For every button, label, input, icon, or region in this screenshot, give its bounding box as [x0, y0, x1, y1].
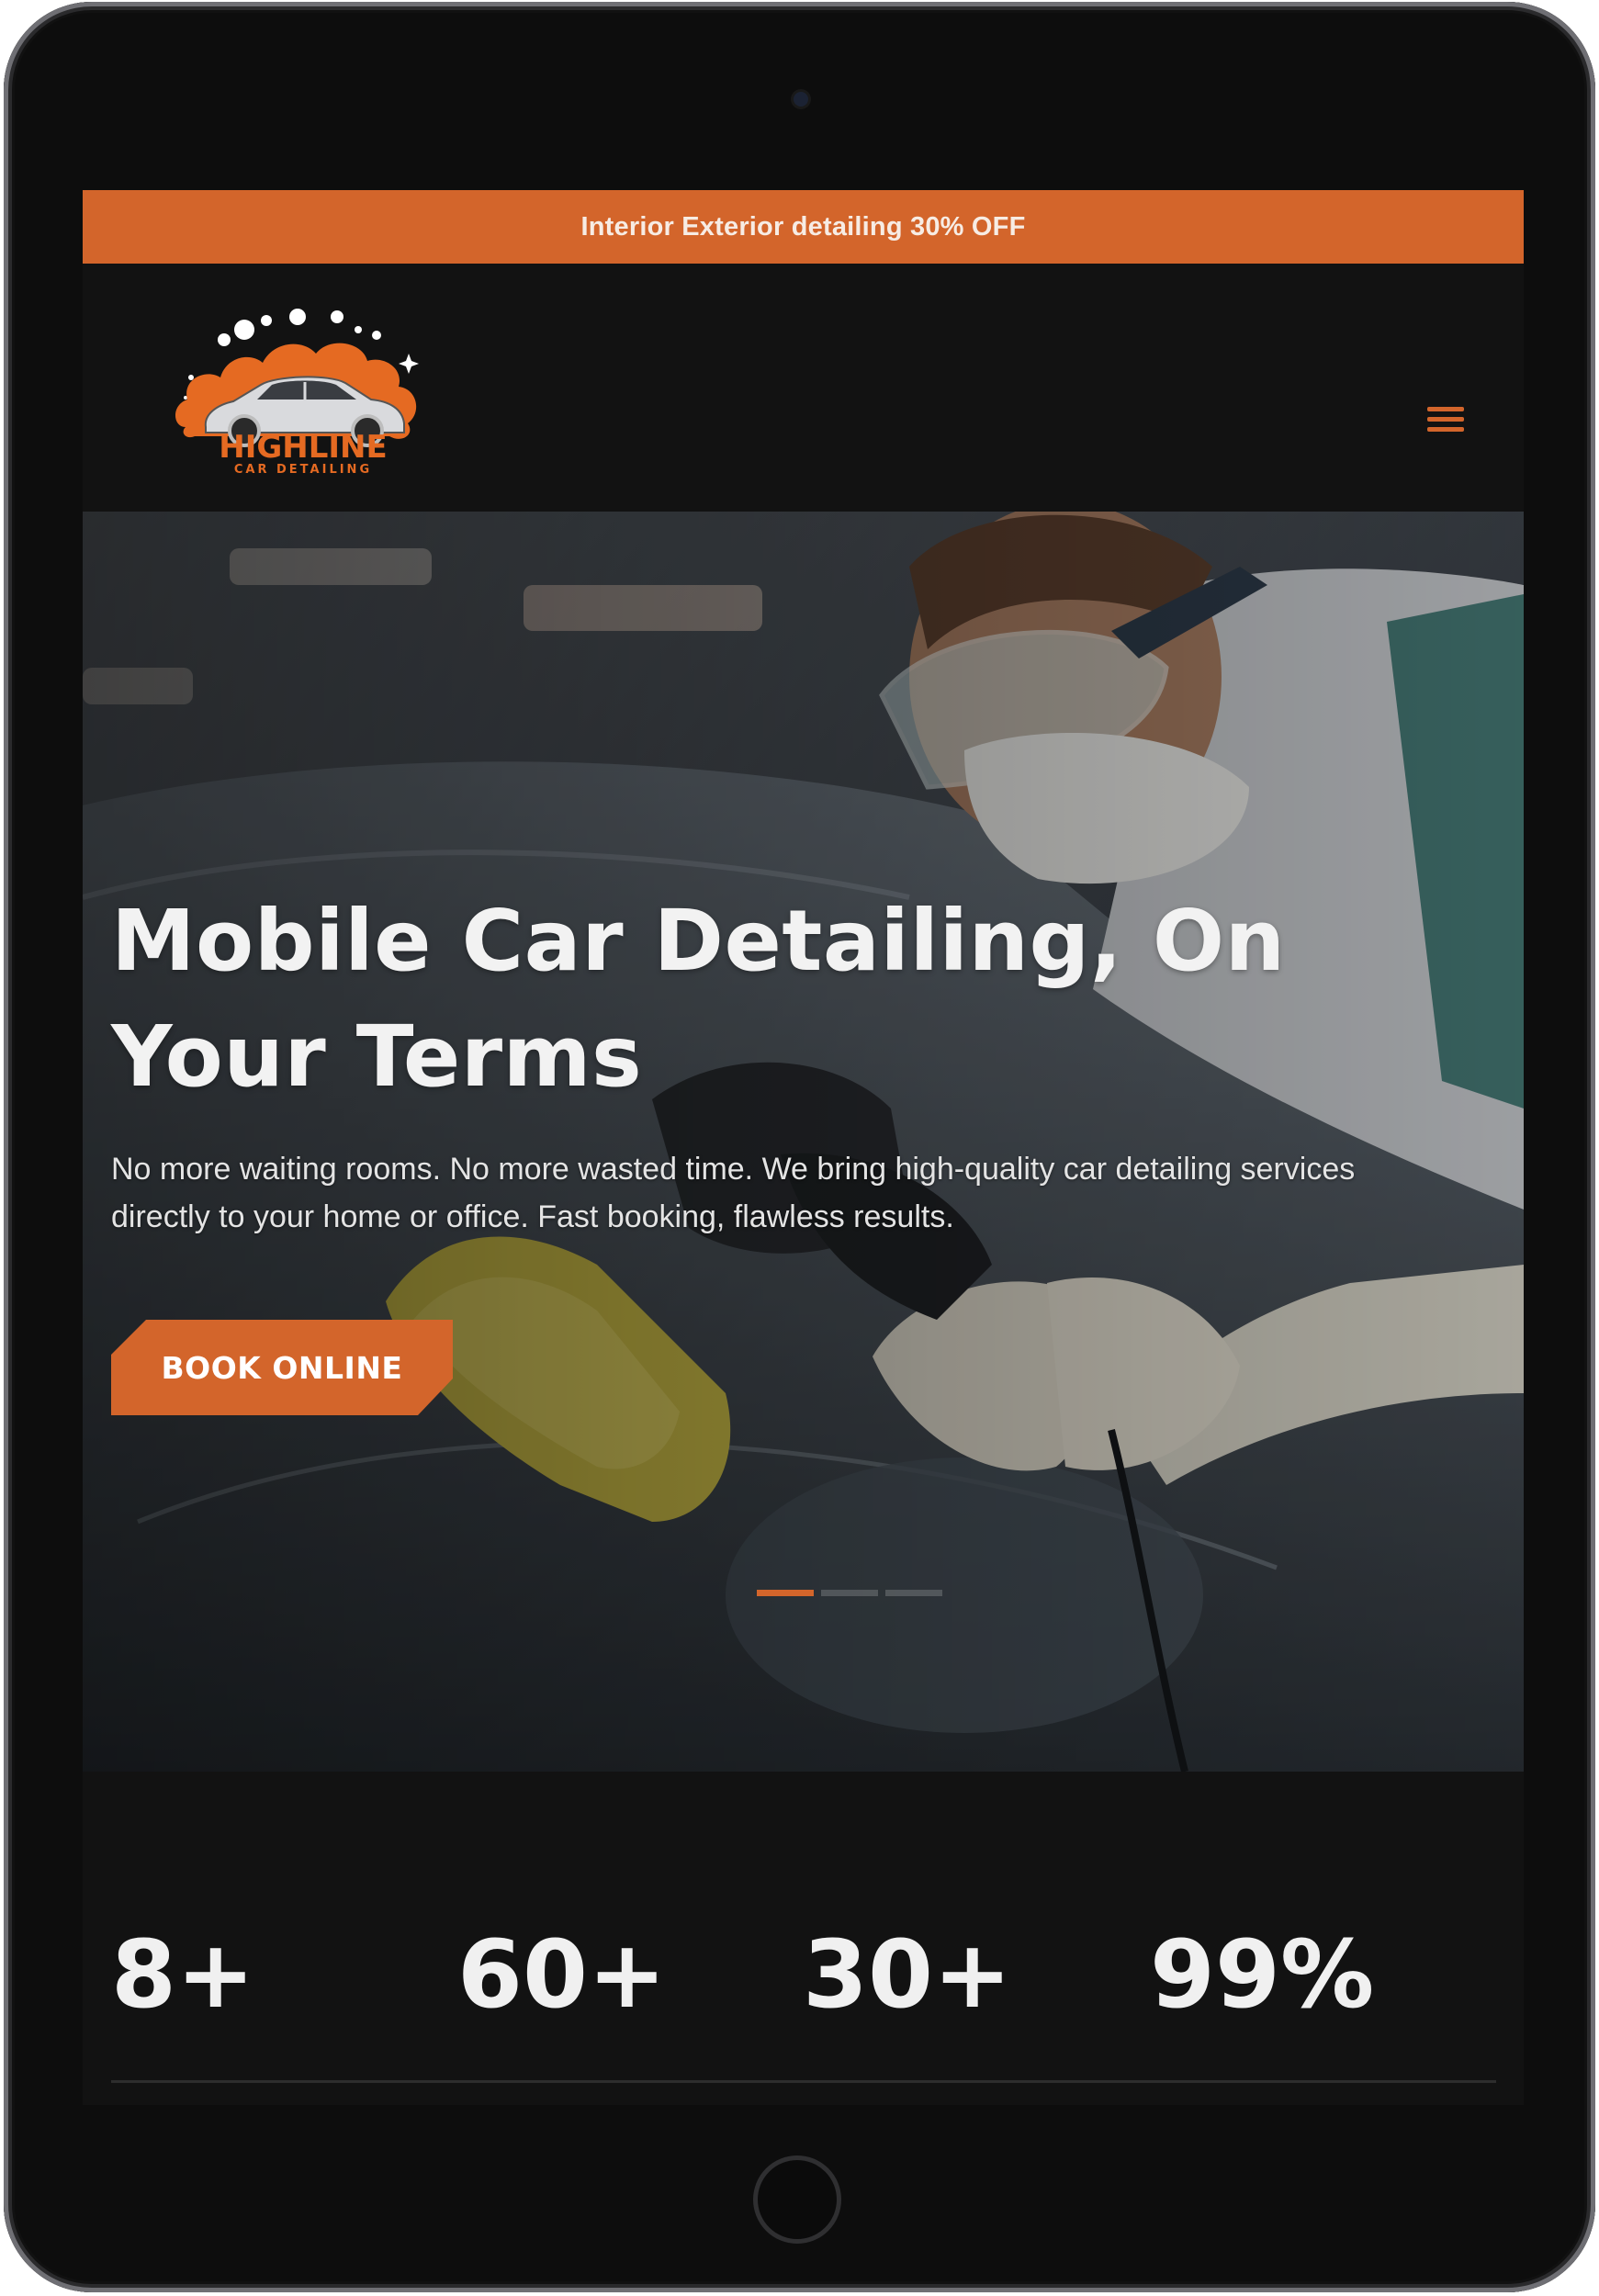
promo-bar: Interior Exterior detailing 30% OFF	[83, 190, 1524, 264]
hero-title: Mobile Car Detailing, On Your Terms	[111, 892, 1286, 1106]
tablet-frame: Interior Exterior detailing 30% OFF HIGH…	[4, 2, 1595, 2292]
slider-dot-3[interactable]	[885, 1590, 942, 1596]
slider-dot-1[interactable]	[757, 1590, 814, 1596]
hamburger-menu-icon[interactable]	[1425, 401, 1466, 438]
site-logo[interactable]: HIGHLINE CAR DETAILING	[149, 289, 461, 482]
logo-brand-text: HIGHLINE	[219, 429, 387, 466]
stats-divider	[111, 2080, 1496, 2083]
logo-tagline-text: CAR DETAILING	[234, 463, 372, 477]
hero-description: No more waiting rooms. No more wasted ti…	[111, 1152, 1356, 1234]
book-online-button[interactable]: BOOK ONLINE	[111, 1320, 453, 1415]
stat-value-3: 30+	[803, 1920, 1012, 2030]
front-camera	[794, 92, 808, 107]
slider-dot-2[interactable]	[821, 1590, 878, 1596]
stat-value-1: 8+	[111, 1920, 255, 2030]
site-header: HIGHLINE CAR DETAILING	[83, 264, 1524, 512]
hero-background-image	[83, 512, 1524, 1772]
stat-value-4: 99%	[1150, 1920, 1375, 2030]
promo-text: Interior Exterior detailing 30% OFF	[580, 211, 1026, 242]
stats-section: 8+ 60+ 30+ 99%	[83, 1772, 1524, 2105]
website-screen: Interior Exterior detailing 30% OFF HIGH…	[83, 190, 1524, 2105]
home-button[interactable]	[753, 2155, 841, 2244]
hero-slider: Mobile Car Detailing, On Your Terms No m…	[83, 512, 1524, 1772]
stat-value-2: 60+	[457, 1920, 667, 2030]
car-logo-icon: HIGHLINE CAR DETAILING	[175, 309, 419, 477]
